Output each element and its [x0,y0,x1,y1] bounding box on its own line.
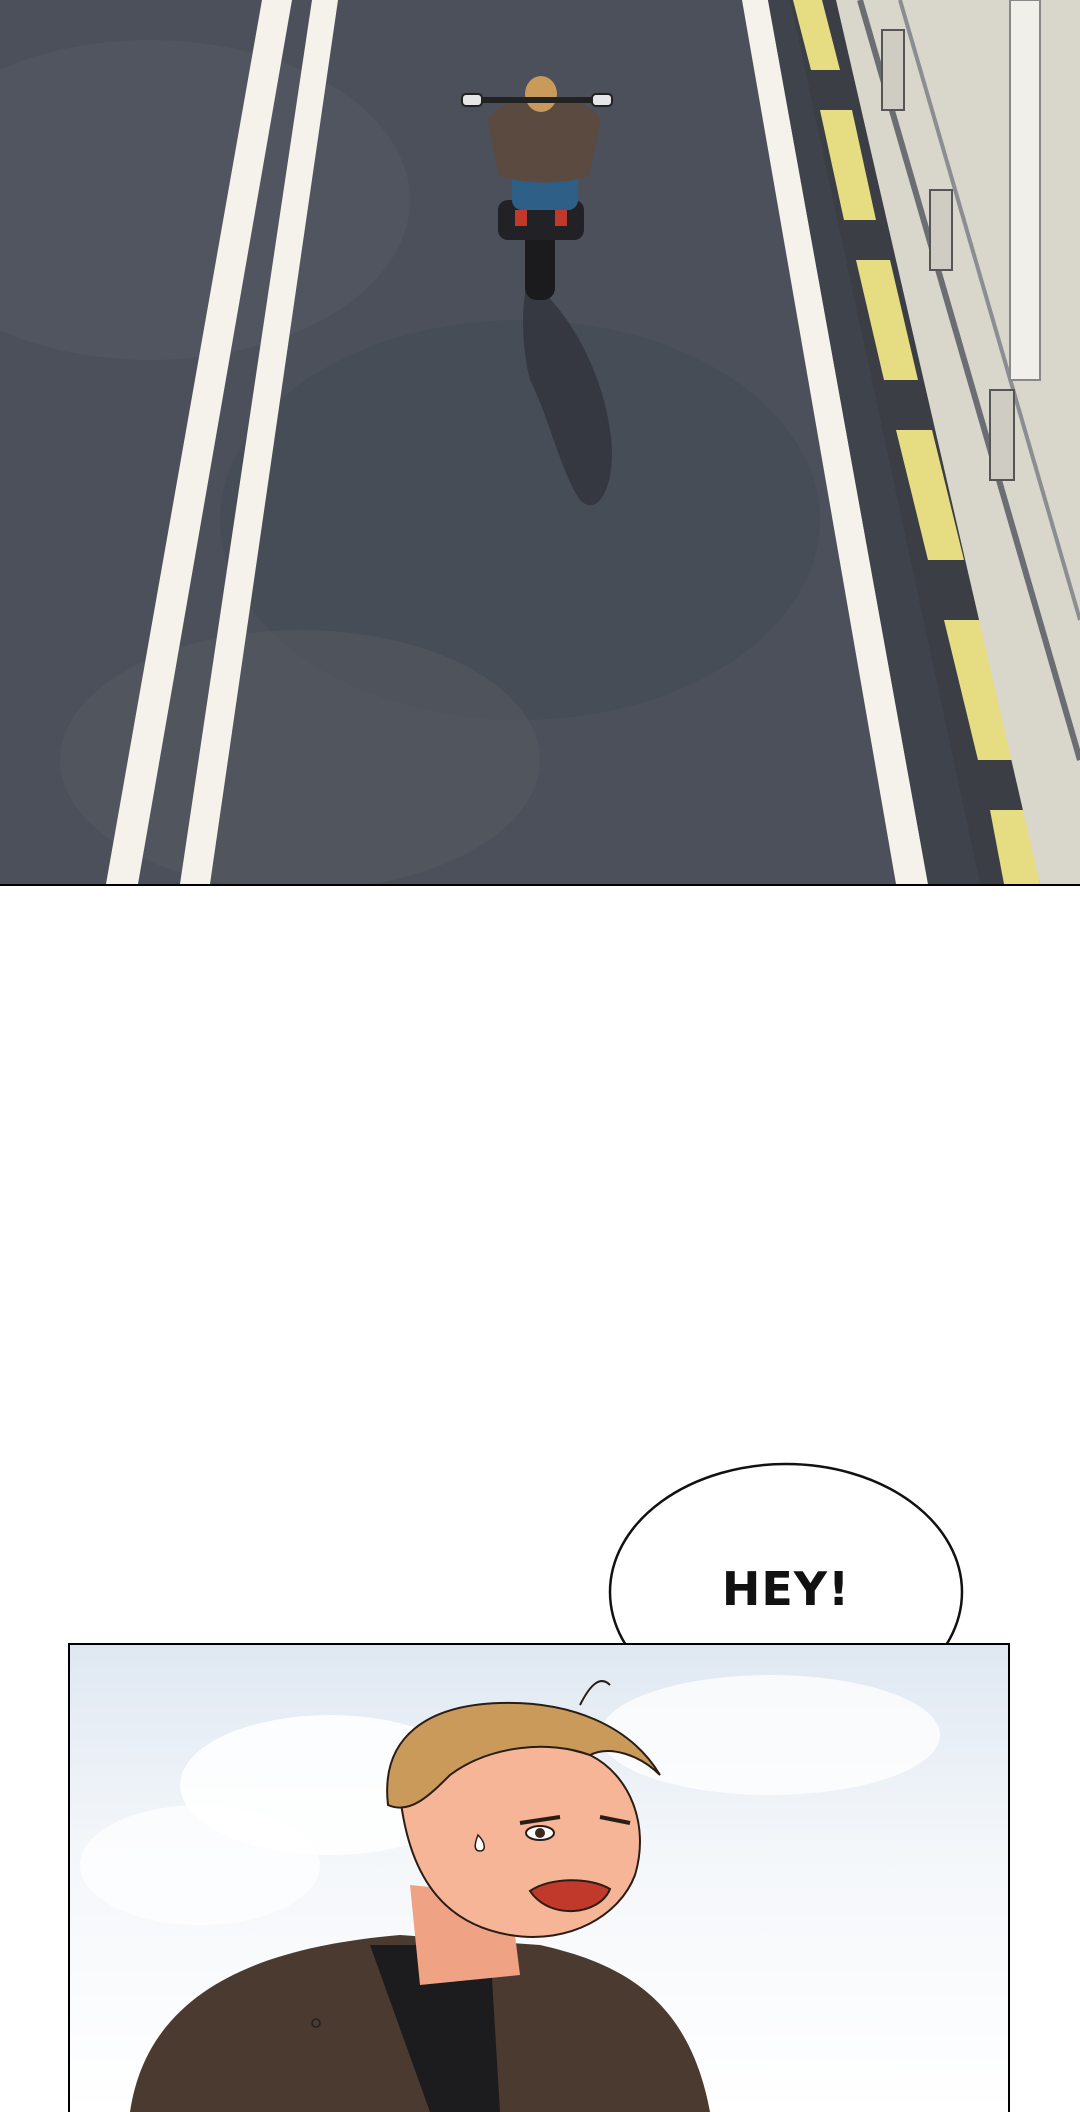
character-panel [68,1643,1010,2112]
road-panel [0,0,1080,886]
character-illustration [80,1675,940,2112]
road-illustration [0,0,1080,884]
speech-text: HEY! [721,1562,851,1616]
